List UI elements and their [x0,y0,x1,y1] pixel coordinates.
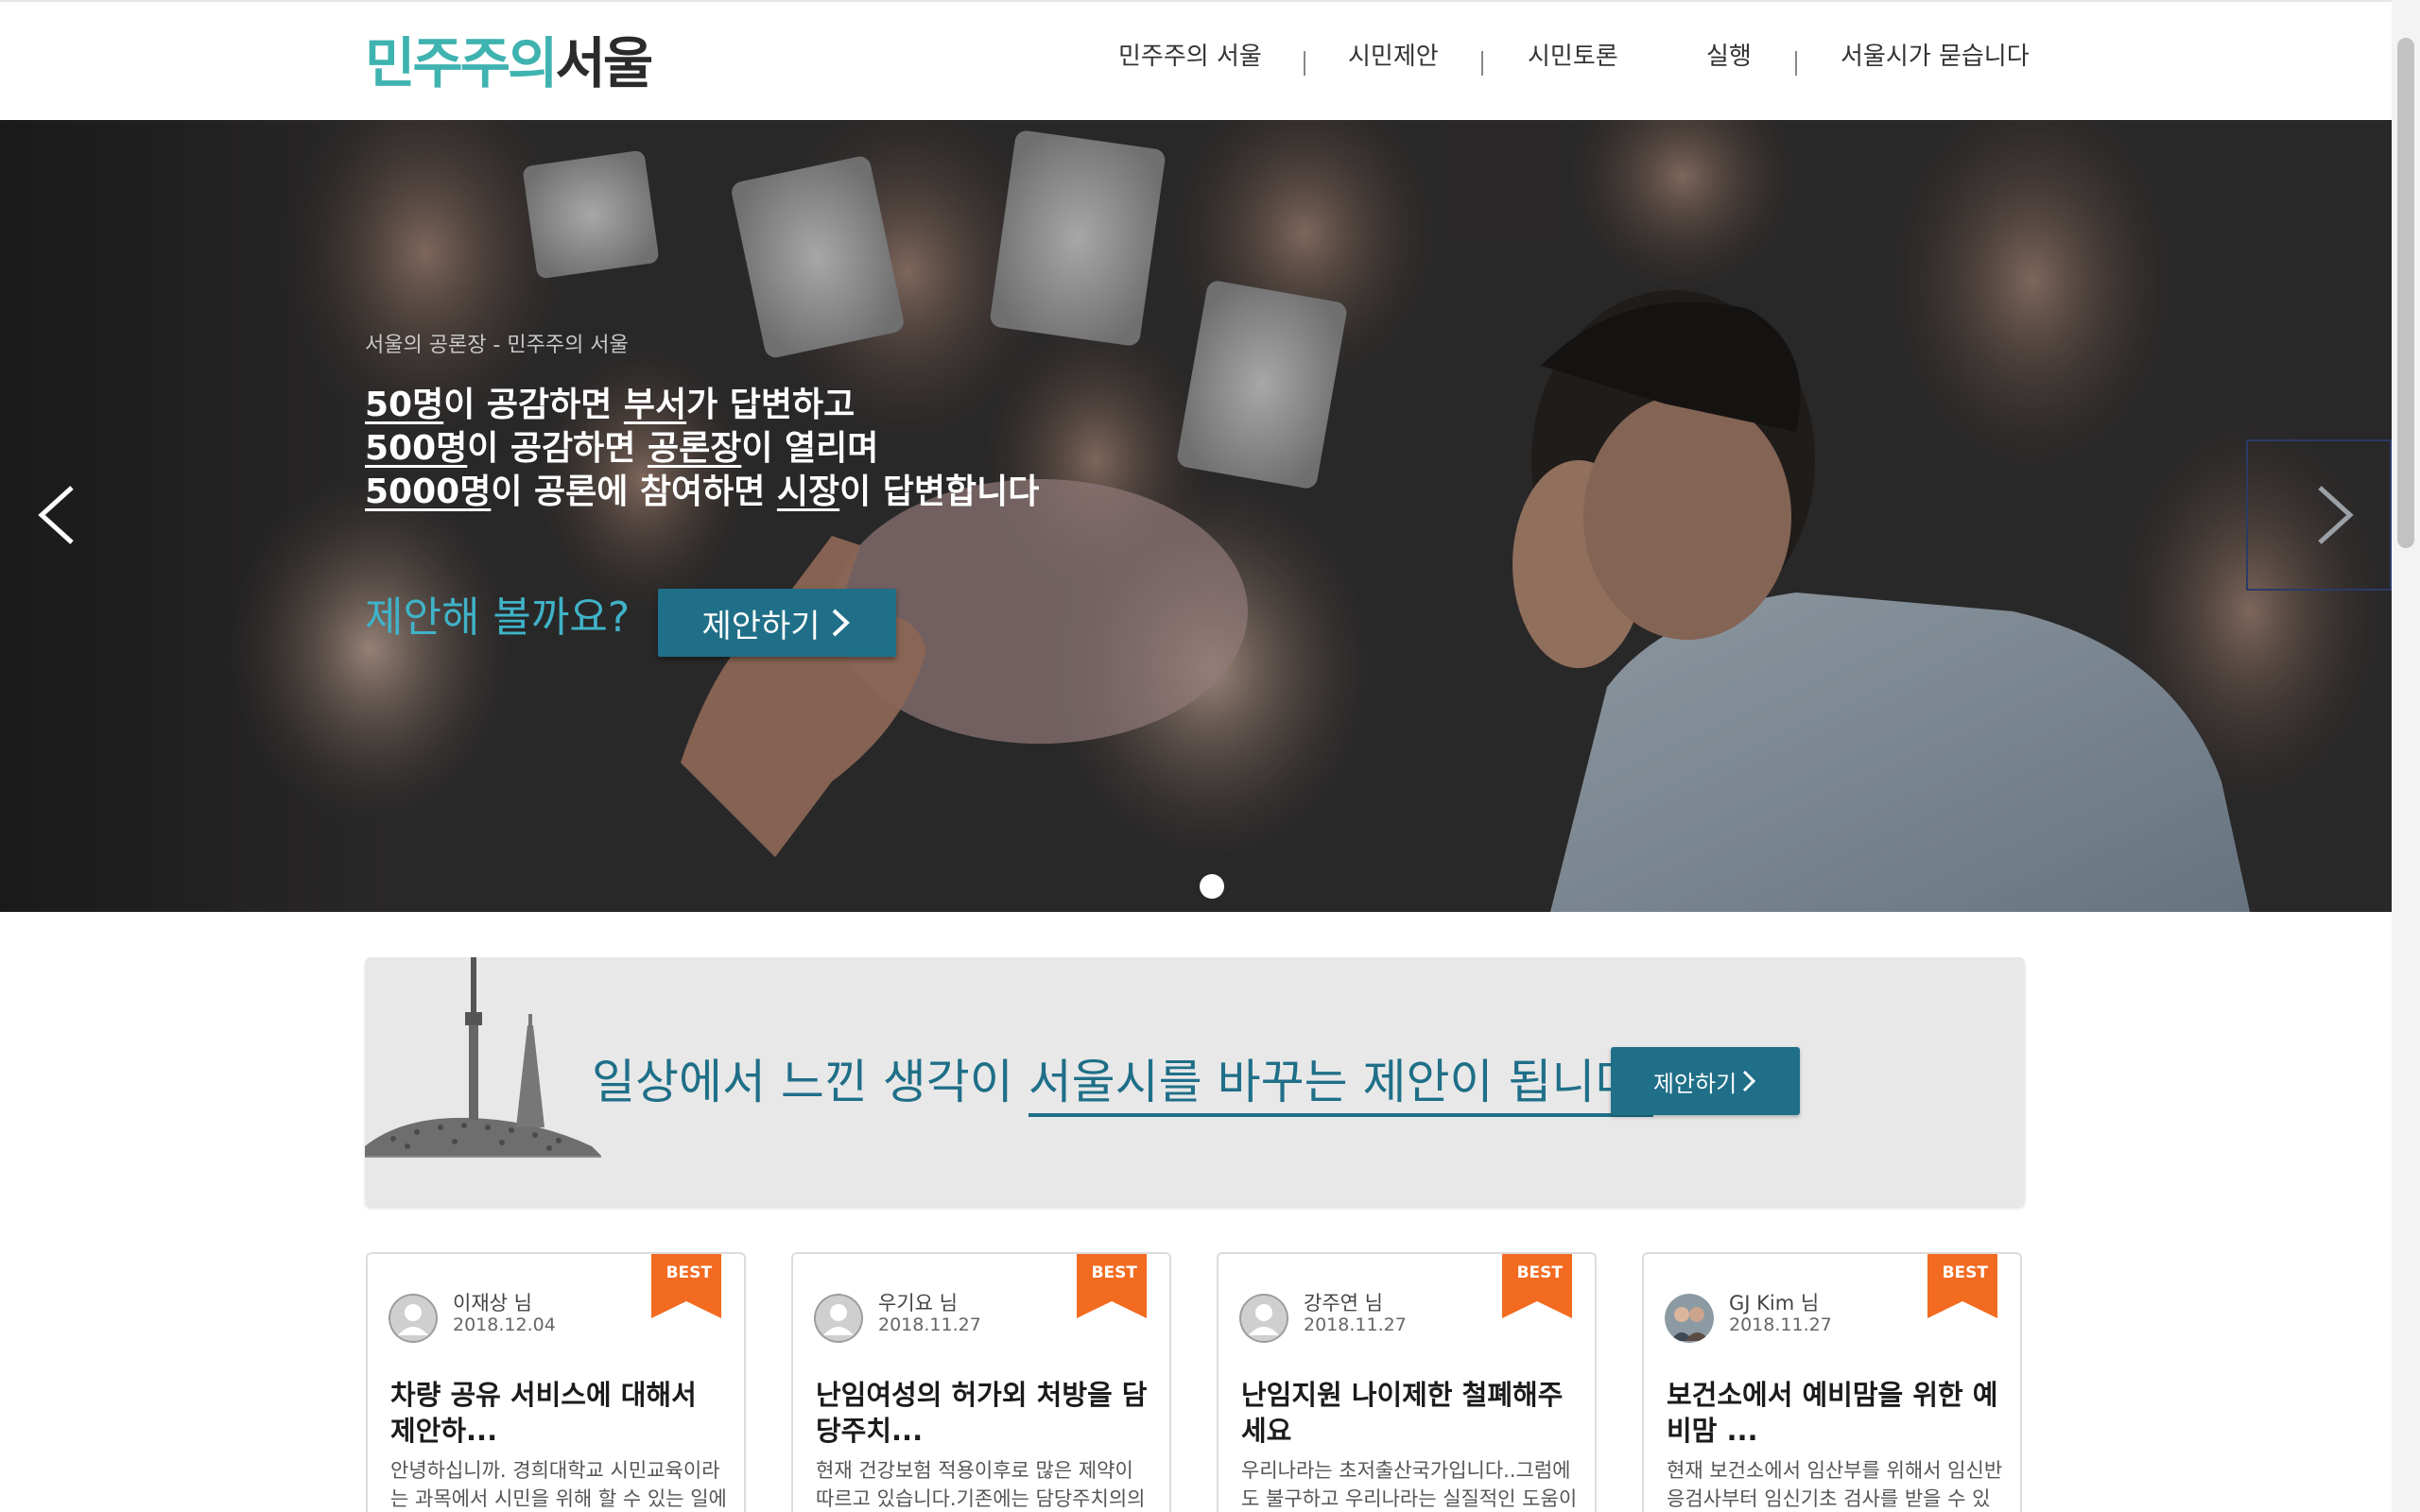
logo-part-1: 민주주의 [365,31,558,95]
hero-line-2-count: 500명 [365,429,468,468]
card-author: GJ Kim 님 [1729,1292,1820,1314]
card-title[interactable]: 보건소에서 예비맘을 위한 예비맘 ... [1667,1377,2007,1449]
best-badge-label: BEST [1942,1263,1988,1282]
nav-item-seoul-asks[interactable]: 서울시가 묻습니다 [1841,38,2030,76]
card-author: 강주연 님 [1304,1292,1383,1314]
site-header: 민주주의서울 민주주의 서울 시민제안 시민토론 실행 서울시가 묻습니다 [0,0,2392,120]
carousel-dot-active[interactable] [1200,874,1224,899]
default-avatar-icon [389,1294,438,1343]
hero-line-1-target: 부서 [623,386,687,424]
proposal-card[interactable]: BEST 우기요 님 2018.11.27 난임여성의 허가외 처방을 담당주치… [791,1252,1171,1512]
banner-message: 일상에서 느낀 생각이 서울시를 바꾸는 제안이 됩니다. [592,1044,1654,1117]
hero-propose-button-label: 제안하기 [701,607,821,645]
hero-line-3: 5000명이 공론에 참여하면 시장이 답변합니다 [365,464,1039,513]
hero-line-2-end: 이 열리며 [741,429,879,468]
banner-propose-button[interactable]: 제안하기 [1611,1047,1800,1115]
carousel-next-button[interactable] [2307,477,2363,553]
nav-item-execution[interactable]: 실행 [1706,38,1752,76]
chevron-right-icon [2318,486,2354,544]
chevron-left-icon [38,486,74,544]
card-title[interactable]: 난임지원 나이제한 철폐해주세요 [1241,1377,1582,1449]
banner-message-plain: 일상에서 느낀 생각이 [592,1055,1028,1109]
card-title[interactable]: 차량 공유 서비스에 대해서 제안하... [390,1377,731,1449]
nav-divider [1481,51,1483,76]
card-title[interactable]: 난임여성의 허가외 처방을 담당주치... [816,1377,1156,1449]
card-excerpt: 안녕하십니까. 경희대학교 시민교육이라는 과목에서 시민을 위해 할 수 있는… [390,1459,727,1510]
card-date: 2018.11.27 [1729,1314,1832,1335]
banner-message-underlined: 서울시를 바꾸는 제안이 됩니다. [1028,1055,1654,1117]
card-date: 2018.11.27 [1304,1314,1407,1335]
proposal-card[interactable]: BEST GJ Kim 님 2018.11.27 보건소에서 예비맘을 위한 예… [1642,1252,2022,1512]
proposal-card[interactable]: BEST 강주연 님 2018.11.27 난임지원 나이제한 철폐해주세요 우… [1217,1252,1597,1512]
user-photo-avatar [1665,1294,1714,1343]
page-scrollbar[interactable] [2392,0,2420,1512]
nav-divider [1795,51,1797,76]
default-avatar-icon [1239,1294,1288,1343]
hero-caption: 서울의 공론장 - 민주주의 서울 [365,334,629,357]
carousel-prev-button[interactable] [28,477,85,553]
nav-divider [1304,51,1305,76]
hero-line-3-count: 5000명 [365,472,492,511]
card-excerpt: 현재 보건소에서 임산부를 위해서 임신반응검사부터 임신기초 검사를 받을 수… [1667,1459,2003,1510]
scrollbar-thumb[interactable] [2397,38,2414,548]
proposal-card[interactable]: BEST 이재상 님 2018.12.04 차량 공유 서비스에 대해서 제안하… [366,1252,746,1512]
hero-line-2-text: 이 공감하면 [467,429,648,468]
card-excerpt: 우리나라는 초저출산국가입니다..그럼에도 불구하고 우리나라는 실질적인 도움… [1241,1459,1578,1510]
hero-line-2-target: 공론장 [647,429,742,468]
card-excerpt: 현재 건강보험 적용이후로 많은 제약이 따르고 있습니다.기존에는 담당주치의… [816,1459,1146,1510]
hero-line-1-count: 50명 [365,386,444,424]
card-author: 우기요 님 [878,1292,958,1314]
best-badge-label: BEST [666,1263,712,1282]
logo-part-2: 서울 [555,31,653,95]
hero-dark-overlay [0,120,2392,912]
nav-item-citizen-debate[interactable]: 시민토론 [1528,38,1618,76]
hero-line-3-end: 이 답변합니다 [839,472,1040,511]
hero-line-1: 50명이 공감하면 부서가 답변하고 [365,377,855,426]
hero-question: 제안해 볼까요? [365,593,631,642]
proposal-banner: 일상에서 느낀 생각이 서울시를 바꾸는 제안이 됩니다. 제안하기 [365,957,2025,1207]
hero-line-3-text: 이 공론에 참여하면 [491,472,777,511]
hero-line-3-target: 시장 [776,472,840,511]
best-badge-label: BEST [1516,1263,1563,1282]
card-date: 2018.12.04 [453,1314,556,1335]
hero-carousel: 서울의 공론장 - 민주주의 서울 50명이 공감하면 부서가 답변하고 500… [0,120,2392,912]
card-author: 이재상 님 [453,1292,532,1314]
hero-propose-button[interactable]: 제안하기 [658,589,896,657]
chevron-right-icon [832,609,850,637]
chevron-right-icon [1743,1070,1756,1092]
hero-line-2: 500명이 공감하면 공론장이 열리며 [365,421,878,470]
best-badge-label: BEST [1091,1263,1137,1282]
hero-line-1-text: 이 공감하면 [443,386,624,424]
hero-line-1-end: 가 답변하고 [686,386,856,424]
namsan-tower-illustration [365,957,601,1158]
default-avatar-icon [814,1294,863,1343]
banner-propose-button-label: 제안하기 [1652,1070,1737,1097]
nav-item-democracy-seoul[interactable]: 민주주의 서울 [1118,38,1262,76]
card-date: 2018.11.27 [878,1314,981,1335]
site-logo[interactable]: 민주주의서울 [365,30,653,96]
nav-item-citizen-proposal[interactable]: 시민제안 [1348,38,1439,76]
